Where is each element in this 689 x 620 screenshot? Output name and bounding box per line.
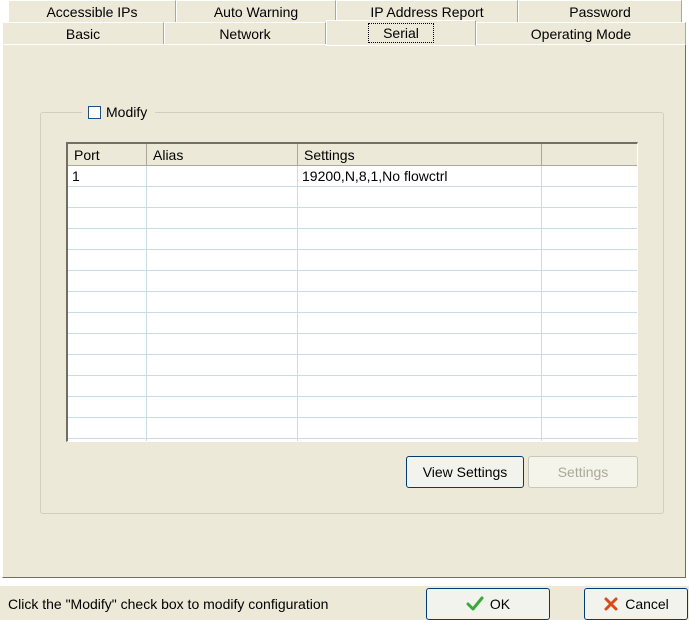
checkmark-icon <box>466 596 484 611</box>
table-row-empty <box>68 376 637 397</box>
tab-auto-warning[interactable]: Auto Warning <box>176 0 336 22</box>
table-row-empty <box>68 313 637 334</box>
cancel-button[interactable]: Cancel <box>584 588 688 620</box>
modify-checkbox[interactable] <box>88 106 101 119</box>
serial-port-list[interactable]: Port Alias Settings 1 19200,N,8,1,No flo… <box>66 142 638 442</box>
column-header-label: Port <box>74 147 100 163</box>
table-row-empty <box>68 292 637 313</box>
column-header-extra[interactable] <box>542 144 637 166</box>
tab-label: Network <box>219 26 271 42</box>
status-text: Click the "Modify" check box to modify c… <box>8 596 329 612</box>
tab-network[interactable]: Network <box>164 22 326 44</box>
table-row-empty <box>68 397 637 418</box>
tab-label: Basic <box>65 26 101 42</box>
tab-label: IP Address Report <box>370 4 484 20</box>
table-row-empty <box>68 418 637 439</box>
tab-serial[interactable]: Serial <box>326 20 476 46</box>
tab-label: Accessible IPs <box>46 4 138 20</box>
close-icon <box>604 597 618 611</box>
column-header-alias[interactable]: Alias <box>147 144 298 166</box>
table-row-empty <box>68 208 637 229</box>
button-label: View Settings <box>422 464 508 480</box>
tab-label: Password <box>569 4 631 20</box>
table-row-empty <box>68 271 637 292</box>
column-header-label: Alias <box>153 147 184 163</box>
modify-label: Modify <box>106 104 148 120</box>
modify-checkbox-row[interactable]: Modify <box>82 102 156 122</box>
table-row-empty <box>68 334 637 355</box>
table-row-empty <box>68 229 637 250</box>
column-header-settings[interactable]: Settings <box>298 144 542 166</box>
tab-label: Serial <box>368 23 434 43</box>
column-header-port[interactable]: Port <box>68 144 147 166</box>
table-row-empty <box>68 250 637 271</box>
cell-settings: 19200,N,8,1,No flowctrl <box>302 168 448 184</box>
table-row[interactable]: 1 19200,N,8,1,No flowctrl <box>68 166 637 187</box>
button-label: OK <box>489 596 511 612</box>
tab-label: Auto Warning <box>213 4 299 20</box>
tab-password[interactable]: Password <box>518 0 682 22</box>
ok-button[interactable]: OK <box>426 588 550 620</box>
tab-basic[interactable]: Basic <box>2 22 164 44</box>
button-label: Cancel <box>625 596 669 612</box>
view-settings-button[interactable]: View Settings <box>406 456 524 488</box>
button-label: Settings <box>557 464 609 480</box>
column-header-label: Settings <box>304 147 355 163</box>
cell-port: 1 <box>72 168 80 184</box>
tab-label: Operating Mode <box>530 26 632 42</box>
table-row-empty <box>68 355 637 376</box>
tab-ip-address-report[interactable]: IP Address Report <box>336 0 518 22</box>
tab-accessible-ips[interactable]: Accessible IPs <box>8 0 176 22</box>
table-row-empty <box>68 187 637 208</box>
settings-button[interactable]: Settings <box>528 456 638 488</box>
tab-operating-mode[interactable]: Operating Mode <box>476 22 686 44</box>
